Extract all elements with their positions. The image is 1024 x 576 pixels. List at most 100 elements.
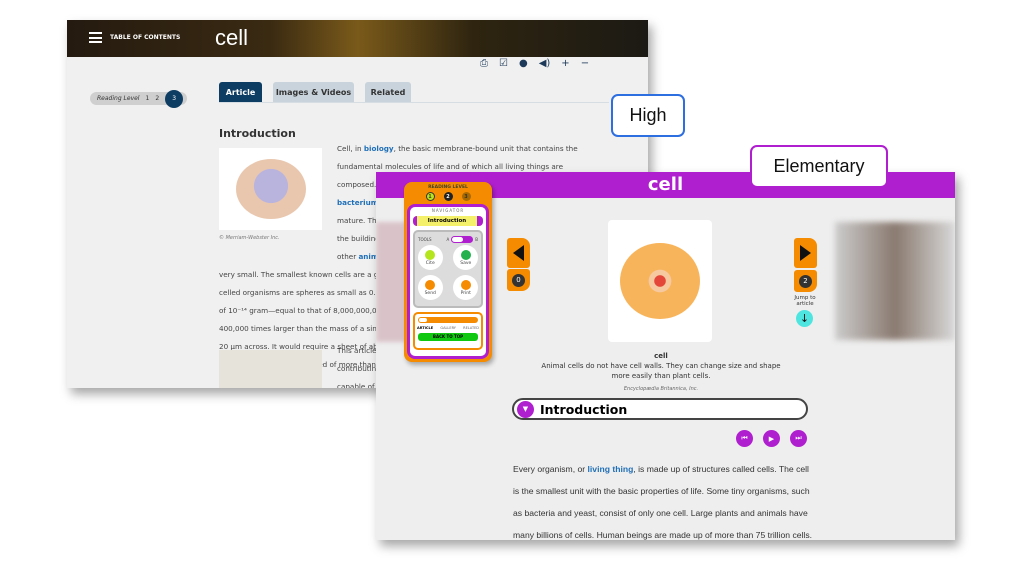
- table-of-contents-button[interactable]: TABLE OF CONTENTS: [89, 32, 180, 43]
- count-badge: 0: [512, 273, 525, 287]
- image-credit: © Merriam-Webster Inc.: [219, 235, 280, 241]
- jump-to-article-button[interactable]: ↓: [796, 310, 813, 327]
- tools-label: TOOLS: [418, 237, 432, 242]
- triangle-left-icon: [513, 245, 524, 261]
- reading-level-widget: READING LEVEL 1 2 3: [404, 185, 492, 201]
- article-line: capable of r: [337, 382, 380, 388]
- article-line: bacterium: [337, 194, 378, 212]
- print-icon[interactable]: ⎙: [480, 58, 488, 69]
- speaker-icon[interactable]: ◀): [539, 58, 551, 69]
- article-line: other anim: [337, 248, 378, 266]
- caption-title: cell: [654, 352, 668, 360]
- caption-text: Animal cells do not have cell walls. The…: [541, 362, 781, 380]
- page-title: cell: [215, 25, 249, 50]
- next-count: 2: [794, 270, 817, 292]
- tool-cite-button[interactable]: Cite: [417, 245, 443, 270]
- article-line: Cell, in biology, the basic membrane-bou…: [337, 140, 578, 158]
- tab-related[interactable]: Related: [365, 82, 411, 102]
- cell-diagram-image[interactable]: [219, 148, 322, 230]
- level-2[interactable]: 2: [443, 192, 453, 201]
- article-link[interactable]: biology: [364, 144, 394, 153]
- level-1[interactable]: 1: [425, 192, 435, 201]
- article-line: contributin: [337, 364, 377, 373]
- collapse-triangle-icon[interactable]: ▼: [517, 400, 534, 418]
- back-to-top-button[interactable]: BACK TO TOP: [418, 333, 478, 341]
- next-button[interactable]: [794, 238, 817, 268]
- article-line: mature. Th: [337, 212, 377, 230]
- level-2[interactable]: 2: [155, 95, 159, 102]
- level-3[interactable]: 3: [461, 192, 471, 201]
- text: 400,000 times larger than the mass of a …: [219, 324, 388, 333]
- header-banner: TABLE OF CONTENTS cell: [67, 20, 648, 57]
- article-line: composed.: [337, 176, 376, 194]
- caption-credit: Encyclopædia Britannica, Inc.: [623, 386, 699, 392]
- arrow-down-icon: ↓: [799, 312, 810, 325]
- image-caption: cell Animal cells do not have cell walls…: [526, 351, 796, 394]
- toggle-b-label: B: [475, 237, 478, 242]
- text: Every organism, or: [513, 464, 588, 474]
- reading-level-label: Reading Level: [97, 95, 140, 102]
- minus-icon[interactable]: −: [581, 58, 589, 69]
- animal-cell-image[interactable]: [608, 220, 712, 342]
- section-select[interactable]: Introduction: [413, 216, 483, 226]
- text: , is made up of structures called cells.…: [513, 464, 813, 540]
- tab-article[interactable]: Article: [219, 82, 262, 102]
- level-1[interactable]: 1: [145, 95, 149, 102]
- reading-level-selector: Reading Level 1 2 3: [90, 89, 187, 108]
- text: of 10⁻¹⁴ gram—equal to that of 8,000,000…: [219, 306, 386, 315]
- nav-tab-related[interactable]: RELATED: [463, 326, 479, 330]
- article-line: celled organisms are spheres as small as…: [219, 284, 387, 302]
- tool-label: Print: [460, 290, 471, 296]
- previous-button[interactable]: [507, 238, 530, 268]
- tools-box: TOOLS A B Cite Save Send Print: [413, 230, 483, 308]
- article-paragraph: Every organism, or living thing, is made…: [513, 458, 813, 540]
- navigator-body: NAVIGATOR Introduction TOOLS A B Cite Save…: [407, 204, 489, 359]
- tool-send-button[interactable]: Send: [417, 275, 443, 300]
- tab-images-videos[interactable]: Images & Videos: [273, 82, 354, 102]
- save-icon: [460, 249, 471, 260]
- high-label: High: [611, 94, 685, 137]
- text: Cell, in: [337, 144, 364, 153]
- toc-label: TABLE OF CONTENTS: [110, 34, 181, 41]
- rewind-icon[interactable]: ⏮: [736, 430, 753, 447]
- text: very small. The smallest known cells are…: [219, 270, 386, 279]
- video-thumbnail[interactable]: [219, 350, 322, 388]
- tool-label: Save: [460, 260, 472, 266]
- text: the building: [337, 234, 380, 243]
- tool-save-button[interactable]: Save: [453, 245, 479, 270]
- play-icon[interactable]: ▶: [763, 430, 780, 447]
- navigator-label: NAVIGATOR: [431, 208, 465, 213]
- triangle-right-icon: [800, 245, 811, 261]
- ab-toggle[interactable]: [451, 236, 474, 243]
- section-heading-bar[interactable]: ▼ Introduction: [512, 398, 808, 420]
- nav-tab-article[interactable]: ARTICLE: [417, 326, 433, 330]
- nav-tab-gallery[interactable]: GALLERY: [440, 326, 456, 330]
- previous-count: 0: [507, 269, 530, 291]
- checklist-icon[interactable]: ☑: [499, 58, 508, 69]
- article-line: 400,000 times larger than the mass of a …: [219, 320, 388, 338]
- jump-to-article-label: Jump to article: [794, 295, 816, 307]
- section-heading: Introduction: [219, 127, 296, 140]
- article-link[interactable]: bacterium: [337, 198, 378, 207]
- progress-box: ARTICLE GALLERY RELATED BACK TO TOP: [413, 312, 483, 350]
- article-line: of 10⁻¹⁴ gram—equal to that of 8,000,000…: [219, 302, 386, 320]
- level-3[interactable]: 3: [165, 89, 184, 108]
- count-badge: 2: [799, 274, 812, 288]
- elementary-label: Elementary: [750, 145, 888, 188]
- divider: [219, 102, 609, 103]
- audio-controls: ⏮ ▶ ⏭: [736, 430, 807, 447]
- fast-forward-icon[interactable]: ⏭: [790, 430, 807, 447]
- living-thing-link[interactable]: living thing: [588, 464, 634, 474]
- plus-icon[interactable]: +: [561, 58, 569, 69]
- print-icon: [460, 279, 471, 290]
- article-progress-bar[interactable]: [418, 317, 478, 323]
- article-line: This article: [337, 346, 377, 355]
- next-image-preview[interactable]: [835, 222, 955, 340]
- tool-label: Send: [424, 290, 436, 296]
- tool-print-button[interactable]: Print: [453, 275, 479, 300]
- cite-icon: [425, 249, 436, 260]
- globe-icon[interactable]: ●: [519, 58, 528, 69]
- text: fundamental molecules of life and of whi…: [337, 162, 564, 171]
- reading-level-label: READING LEVEL: [428, 185, 468, 190]
- article-line: very small. The smallest known cells are…: [219, 266, 386, 284]
